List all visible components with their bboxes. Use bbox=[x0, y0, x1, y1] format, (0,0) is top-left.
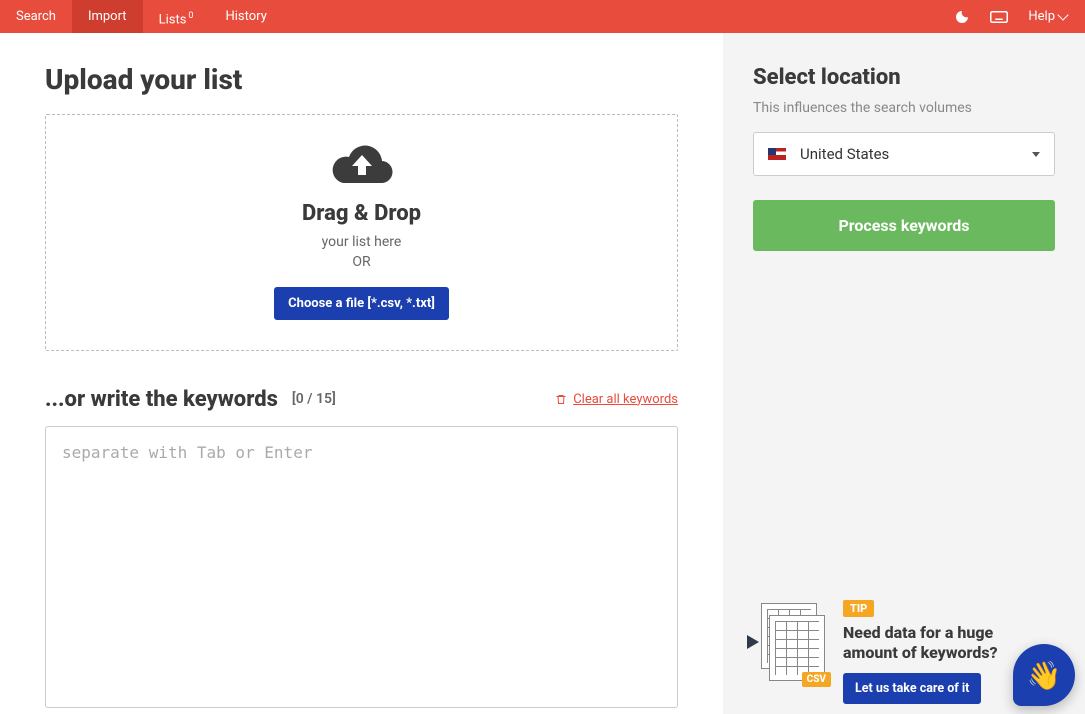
dark-mode-icon[interactable] bbox=[954, 9, 970, 25]
write-keywords-heading: ...or write the keywords bbox=[45, 387, 278, 412]
help-menu[interactable]: Help bbox=[1028, 9, 1067, 24]
dropzone-title: Drag & Drop bbox=[66, 201, 657, 226]
csv-badge: CSV bbox=[802, 672, 831, 687]
clear-all-label: Clear all keywords bbox=[573, 392, 678, 407]
tip-cta-button[interactable]: Let us take care of it bbox=[843, 673, 981, 704]
nav-lists-badge: 0 bbox=[188, 11, 193, 21]
trash-icon bbox=[555, 393, 567, 406]
main-panel: Upload your list Drag & Drop your list h… bbox=[0, 33, 723, 714]
nav-lists[interactable]: Lists0 bbox=[143, 0, 210, 33]
us-flag-icon bbox=[768, 148, 786, 160]
help-label: Help bbox=[1028, 9, 1055, 24]
dropzone-subtitle: your list here OR bbox=[66, 232, 657, 273]
sidebar: Select location This influences the sear… bbox=[723, 33, 1085, 714]
location-selected-label: United States bbox=[800, 145, 889, 163]
upload-cloud-icon bbox=[329, 141, 395, 191]
chevron-down-icon bbox=[1057, 9, 1068, 20]
nav-import[interactable]: Import bbox=[72, 0, 143, 33]
tip-illustration: CSV bbox=[747, 597, 827, 685]
tip-badge: TIP bbox=[843, 600, 874, 617]
keywords-textarea[interactable] bbox=[45, 426, 678, 708]
location-select[interactable]: United States bbox=[753, 132, 1055, 176]
nav-history[interactable]: History bbox=[209, 0, 282, 33]
clear-all-keywords-link[interactable]: Clear all keywords bbox=[555, 392, 678, 407]
top-nav: Search Import Lists0 History Help bbox=[0, 0, 1085, 33]
nav-search[interactable]: Search bbox=[0, 0, 72, 33]
keyboard-icon[interactable] bbox=[990, 10, 1008, 24]
tip-title: Need data for a huge amount of keywords? bbox=[843, 623, 1033, 663]
location-subtext: This influences the search volumes bbox=[753, 100, 1055, 116]
keyword-counter: [0 / 15] bbox=[292, 391, 336, 407]
process-keywords-button[interactable]: Process keywords bbox=[753, 200, 1055, 251]
upload-dropzone[interactable]: Drag & Drop your list here OR Choose a f… bbox=[45, 114, 678, 351]
caret-down-icon bbox=[1032, 152, 1040, 157]
upload-heading: Upload your list bbox=[45, 63, 678, 96]
choose-file-button[interactable]: Choose a file [*.csv, *.txt] bbox=[274, 287, 449, 320]
tip-card: CSV TIP Need data for a huge amount of k… bbox=[747, 597, 1055, 704]
location-heading: Select location bbox=[753, 65, 1055, 90]
nav-lists-label: Lists bbox=[159, 12, 187, 27]
chat-widget-button[interactable]: 👋 bbox=[1013, 644, 1075, 706]
wave-icon: 👋 bbox=[1027, 659, 1062, 692]
